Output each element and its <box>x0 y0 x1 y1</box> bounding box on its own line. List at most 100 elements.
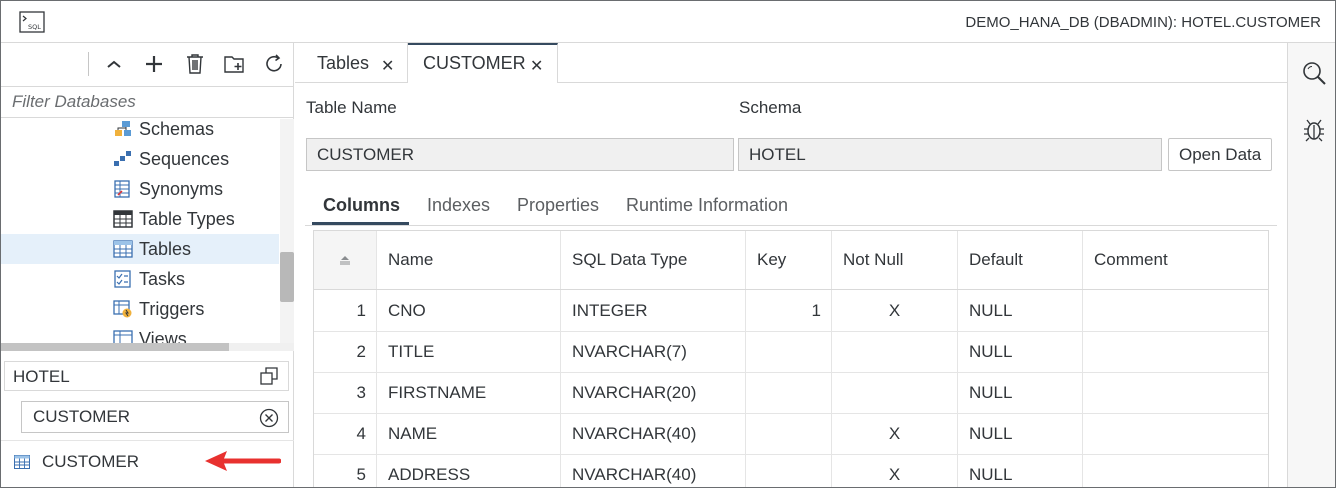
cell-default: NULL <box>958 414 1083 454</box>
table-icon <box>14 455 30 469</box>
result-item-label: CUSTOMER <box>42 452 139 471</box>
close-icon[interactable]: ✕ <box>381 56 394 76</box>
cell-not-null: X <box>832 414 958 454</box>
filter-databases-input[interactable] <box>1 87 294 117</box>
header-label: Key <box>757 250 787 269</box>
tree-item-sequences[interactable]: Sequences <box>1 144 279 174</box>
search-icon[interactable] <box>1301 60 1327 86</box>
table-row[interactable]: 4 NAME NVARCHAR(40) X NULL <box>314 414 1268 455</box>
tree-scrollbar-thumb[interactable] <box>280 252 294 302</box>
cell-position: 4 <box>314 414 377 454</box>
table-row[interactable]: 5 ADDRESS NVARCHAR(40) X NULL <box>314 455 1268 487</box>
cell-comment <box>1083 455 1268 487</box>
cell-not-null <box>832 332 958 372</box>
tree-hscrollbar-thumb[interactable] <box>1 343 229 351</box>
sql-console-icon[interactable]: SQL <box>19 11 45 33</box>
active-tab-indicator <box>312 222 409 225</box>
header-label: Name <box>388 250 434 269</box>
object-search-field <box>21 401 289 433</box>
triggers-icon <box>113 300 132 318</box>
right-sidebar <box>1287 43 1335 487</box>
open-data-button[interactable]: Open Data <box>1168 138 1272 171</box>
tab-indexes[interactable]: Indexes <box>427 195 490 216</box>
tree-item-views[interactable]: Views <box>1 324 279 343</box>
header-name[interactable]: Name <box>377 231 561 289</box>
cell-position: 3 <box>314 373 377 413</box>
catalog-tree: Schemas Sequences Synonyms Table Types T… <box>1 119 294 343</box>
cell-position: 1 <box>314 290 377 331</box>
object-search-input[interactable] <box>22 402 252 432</box>
header-sql-data-type[interactable]: SQL Data Type <box>561 231 746 289</box>
cell-name: FIRSTNAME <box>377 373 561 413</box>
svg-text:SQL: SQL <box>28 23 41 31</box>
tree-item-tables[interactable]: Tables <box>1 234 279 264</box>
tree-item-tasks[interactable]: Tasks <box>1 264 279 294</box>
table-row[interactable]: 2 TITLE NVARCHAR(7) NULL <box>314 332 1268 373</box>
tab-properties[interactable]: Properties <box>517 195 599 216</box>
schema-value: HOTEL <box>749 145 806 164</box>
tree-item-synonyms[interactable]: Synonyms <box>1 174 279 204</box>
synonyms-icon <box>114 180 130 198</box>
tree-item-label: Schemas <box>139 119 215 139</box>
cell-name: ADDRESS <box>377 455 561 487</box>
tree-item-table-types[interactable]: Table Types <box>1 204 279 234</box>
tree-item-label: Synonyms <box>139 179 224 199</box>
header-label: Default <box>969 250 1023 269</box>
header-default[interactable]: Default <box>958 231 1083 289</box>
header-comment[interactable]: Comment <box>1083 231 1268 289</box>
explorer-toolbar <box>1 43 294 85</box>
tab-runtime-information[interactable]: Runtime Information <box>626 195 788 216</box>
add-folder-icon[interactable] <box>222 51 248 77</box>
clear-icon[interactable] <box>259 408 279 428</box>
tree-item-triggers[interactable]: Triggers <box>1 294 279 324</box>
tasks-icon <box>114 270 131 288</box>
schema-label: Schema <box>739 98 802 117</box>
table-row[interactable]: 3 FIRSTNAME NVARCHAR(20) NULL <box>314 373 1268 414</box>
header-key[interactable]: Key <box>746 231 832 289</box>
tree-item-schemas[interactable]: Schemas <box>1 119 279 144</box>
cell-sql-data-type: NVARCHAR(40) <box>561 414 746 454</box>
add-icon[interactable] <box>141 51 167 77</box>
refresh-icon[interactable] <box>261 51 287 77</box>
tab-tables[interactable]: Tables ✕ <box>295 43 408 83</box>
schema-field: HOTEL <box>738 138 1162 171</box>
tree-item-label: Triggers <box>139 299 205 319</box>
cell-key <box>746 455 832 487</box>
tab-columns[interactable]: Columns <box>323 195 400 216</box>
filter-databases-field <box>1 86 294 118</box>
delete-icon[interactable] <box>182 51 208 77</box>
cell-name: NAME <box>377 414 561 454</box>
cell-key: 1 <box>746 290 832 331</box>
table-name-value: CUSTOMER <box>317 145 414 164</box>
columns-table: Name SQL Data Type Key Not Null Default … <box>313 230 1269 487</box>
tree-scrollbar-track[interactable] <box>280 119 294 343</box>
cell-comment <box>1083 373 1268 413</box>
table-name-field: CUSTOMER <box>306 138 734 171</box>
cell-not-null <box>832 373 958 413</box>
collapse-icon[interactable] <box>101 51 127 77</box>
table-name-label: Table Name <box>306 98 397 117</box>
tree-item-label: Table Types <box>139 209 235 229</box>
sort-icon[interactable] <box>338 250 352 270</box>
sort-column-header[interactable] <box>314 231 377 289</box>
toolbar-divider <box>88 52 89 76</box>
cell-name: TITLE <box>377 332 561 372</box>
debug-icon[interactable] <box>1301 117 1327 143</box>
table-header-row: Name SQL Data Type Key Not Null Default … <box>314 231 1268 290</box>
schemas-icon <box>115 121 131 136</box>
close-icon[interactable]: ✕ <box>530 56 543 76</box>
cell-not-null: X <box>832 455 958 487</box>
annotation-arrow-icon <box>205 451 281 471</box>
cell-sql-data-type: INTEGER <box>561 290 746 331</box>
tables-icon <box>113 240 133 258</box>
header-not-null[interactable]: Not Null <box>832 231 958 289</box>
app-window: SQL DEMO_HANA_DB (DBADMIN): HOTEL.CUSTOM… <box>0 0 1336 488</box>
cell-position: 5 <box>314 455 377 487</box>
schema-selector[interactable]: HOTEL <box>4 361 289 391</box>
table-row[interactable]: 1 CNO INTEGER 1 X NULL <box>314 290 1268 332</box>
tab-customer[interactable]: CUSTOMER ✕ <box>408 43 558 83</box>
tab-label: Tables <box>317 53 370 73</box>
open-value-help-icon[interactable] <box>260 367 278 385</box>
cell-comment <box>1083 290 1268 331</box>
views-icon <box>113 330 133 343</box>
